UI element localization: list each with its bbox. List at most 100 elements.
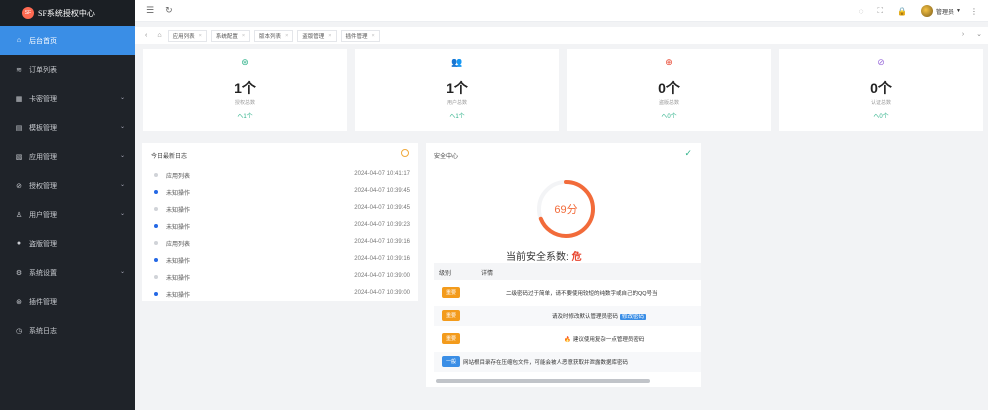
tab-item[interactable]: 插件管理 × [340,29,380,42]
sidebar-item-label: 插件管理 [29,298,57,306]
security-row: 重要 请及时修改默认管理员密码 修改密码 [434,306,701,326]
log-dot [154,173,158,177]
log-row: 应用列表 2024-04-07 10:41:17 [154,170,410,180]
chevron-down-icon: ⌄ [119,269,125,275]
security-table-header: 级别 详情 [434,263,701,280]
tabs-dropdown-icon[interactable]: ⌄ [976,31,982,38]
more-icon[interactable]: ⋮ [970,7,978,16]
stat-icon: ⊛ [241,57,249,67]
sidebar-item-logs[interactable]: ◷ 系统日志 [0,316,135,345]
close-icon[interactable]: × [242,33,245,39]
stat-value: 0个 [658,80,680,96]
log-time: 2024-04-07 10:39:00 [354,290,410,296]
tab-item[interactable]: 应用列表 × [167,29,207,42]
log-name: 未知操作 [166,276,191,282]
change-password-button[interactable]: 修改密码 [620,314,647,320]
level-badge: 重要 [442,310,460,321]
log-name: 未知操作 [166,208,191,214]
tab-item[interactable]: 版本列表 × [254,29,294,42]
log-dot [154,224,158,228]
stat-trend: へ0个 [661,114,677,120]
sidebar: SF SF系统授权中心 ⌂ 后台首页 ≋ 订单列表 ▦ 卡密管理 ⌄ ▤ 模板管理 ⌄ ▧ 应用管理 ⌄… [0,0,135,410]
log-name: 未知操作 [166,225,191,231]
close-icon[interactable]: × [372,33,375,39]
log-name: 未知操作 [166,259,191,265]
security-detail: 请及时修改默认管理员密码 修改密码 [552,312,647,320]
sidebar-item-icon: ◷ [15,327,23,335]
sidebar-item-icon: ⌂ [16,37,22,44]
sidebar-item-label: 用户管理 [29,211,57,219]
sidebar-item-icon: ● [16,240,22,247]
log-panel: 今日最新日志 应用列表 2024-04-07 10:41:17 未知操作 2024-0… [142,143,418,301]
log-row: 未知操作 2024-04-07 10:39:23 [154,221,410,231]
sidebar-item-orders[interactable]: ≋ 订单列表 [0,55,135,84]
close-icon[interactable]: × [328,33,331,39]
security-detail: 🔥 建议使用复杂一点管理员密码 [564,335,644,343]
stat-trend: へ1个 [237,114,253,120]
log-time: 2024-04-07 10:41:17 [354,171,410,177]
lock-icon[interactable]: 🔒 [897,7,907,16]
log-row: 未知操作 2024-04-07 10:39:45 [154,187,410,197]
sidebar-item-icon: ♙ [15,211,23,219]
fullscreen-icon[interactable]: ⛶ [877,6,883,16]
sidebar-item-piracy[interactable]: ● 盗版管理 [0,229,135,258]
security-level-value: 危 [571,252,582,263]
security-row: 一般 网站根目录存在压缩包文件，可能会被人恶意获取并泄露数据库密码 [434,352,701,372]
log-title: 今日最新日志 [151,154,188,160]
sidebar-item-icon: ▧ [15,153,23,161]
log-time: 2024-04-07 10:39:16 [354,239,410,245]
sidebar-item-plugins[interactable]: ⊛ 插件管理 [0,287,135,316]
tabs-prev-icon[interactable]: ‹ [145,32,147,39]
tab-item[interactable]: 盗版管理 × [297,29,337,42]
security-detail: 二级密码过于简单，请不要使用较短的纯数字或自己的QQ号当 [506,289,658,297]
sidebar-item-auth[interactable]: ⊘ 授权管理 ⌄ [0,171,135,200]
sidebar-item-apps[interactable]: ▧ 应用管理 ⌄ [0,142,135,171]
home-tab-icon[interactable]: ⌂ [157,32,161,39]
stat-label: 用户总数 [446,100,467,106]
sidebar-item-users[interactable]: ♙ 用户管理 ⌄ [0,200,135,229]
horizontal-scrollbar[interactable] [436,379,650,383]
stat-value: 0个 [870,80,892,96]
chevron-down-icon[interactable]: ▼ [956,8,961,14]
sidebar-item-settings[interactable]: ⚙ 系统设置 ⌄ [0,258,135,287]
security-panel: 安全中心 ✓ 69分 当前安全系数: 危 级别 详情 重要 二级密码过于简单，请不… [426,143,701,387]
level-badge: 重要 [442,333,460,344]
stat-icon: ⊕ [665,57,673,67]
user-menu[interactable]: 管理员 [936,7,954,16]
sidebar-item-icon: ≋ [16,66,22,74]
sidebar-item-label: 应用管理 [29,153,57,161]
theme-icon[interactable]: ◌ [859,7,864,16]
stat-trend: へ1个 [449,114,465,120]
check-icon: ✓ [684,148,692,158]
tab-label: 应用列表 [172,33,195,40]
log-row: 未知操作 2024-04-07 10:39:00 [154,289,410,299]
tab-item[interactable]: 系统配置 × [210,29,251,42]
sidebar-item-home[interactable]: ⌂ 后台首页 [0,26,135,55]
log-name: 应用列表 [166,242,191,248]
menu-toggle-icon[interactable]: ☰ [146,5,154,16]
sidebar-header[interactable]: SF SF系统授权中心 [0,0,135,26]
log-row: 未知操作 2024-04-07 10:39:16 [154,255,410,265]
sidebar-item-cards[interactable]: ▦ 卡密管理 ⌄ [0,84,135,113]
security-detail-text: 二级密码过于简单，请不要使用较短的纯数字或自己的QQ号当 [506,291,658,297]
sidebar-menu: ⌂ 后台首页 ≋ 订单列表 ▦ 卡密管理 ⌄ ▤ 模板管理 ⌄ ▧ 应用管理 ⌄ ⊘ 授权管理 ⌄ ♙ 用户管理 ⌄… [0,26,135,345]
log-time: 2024-04-07 10:39:16 [354,256,410,262]
sidebar-item-icon: ⊘ [16,182,22,190]
avatar[interactable] [921,5,934,17]
sidebar-item-icon: ▤ [15,124,23,132]
sidebar-item-label: 模板管理 [29,124,57,132]
log-dot [154,275,158,279]
col-detail: 详情 [481,271,494,277]
tabs-next-icon[interactable]: › [962,31,964,38]
log-time: 2024-04-07 10:39:45 [354,205,410,211]
security-row: 重要 🔥 建议使用复杂一点管理员密码 [434,329,701,349]
close-icon[interactable]: × [285,33,288,39]
stat-label: 授权总数 [234,100,255,106]
sidebar-item-templates[interactable]: ▤ 模板管理 ⌄ [0,113,135,142]
level-badge: 重要 [442,287,460,298]
close-icon[interactable]: × [199,33,202,39]
tab-label: 插件管理 [345,33,368,40]
log-name: 应用列表 [166,174,191,180]
stat-value: 1个 [234,80,256,96]
refresh-icon[interactable]: ↻ [165,5,173,16]
